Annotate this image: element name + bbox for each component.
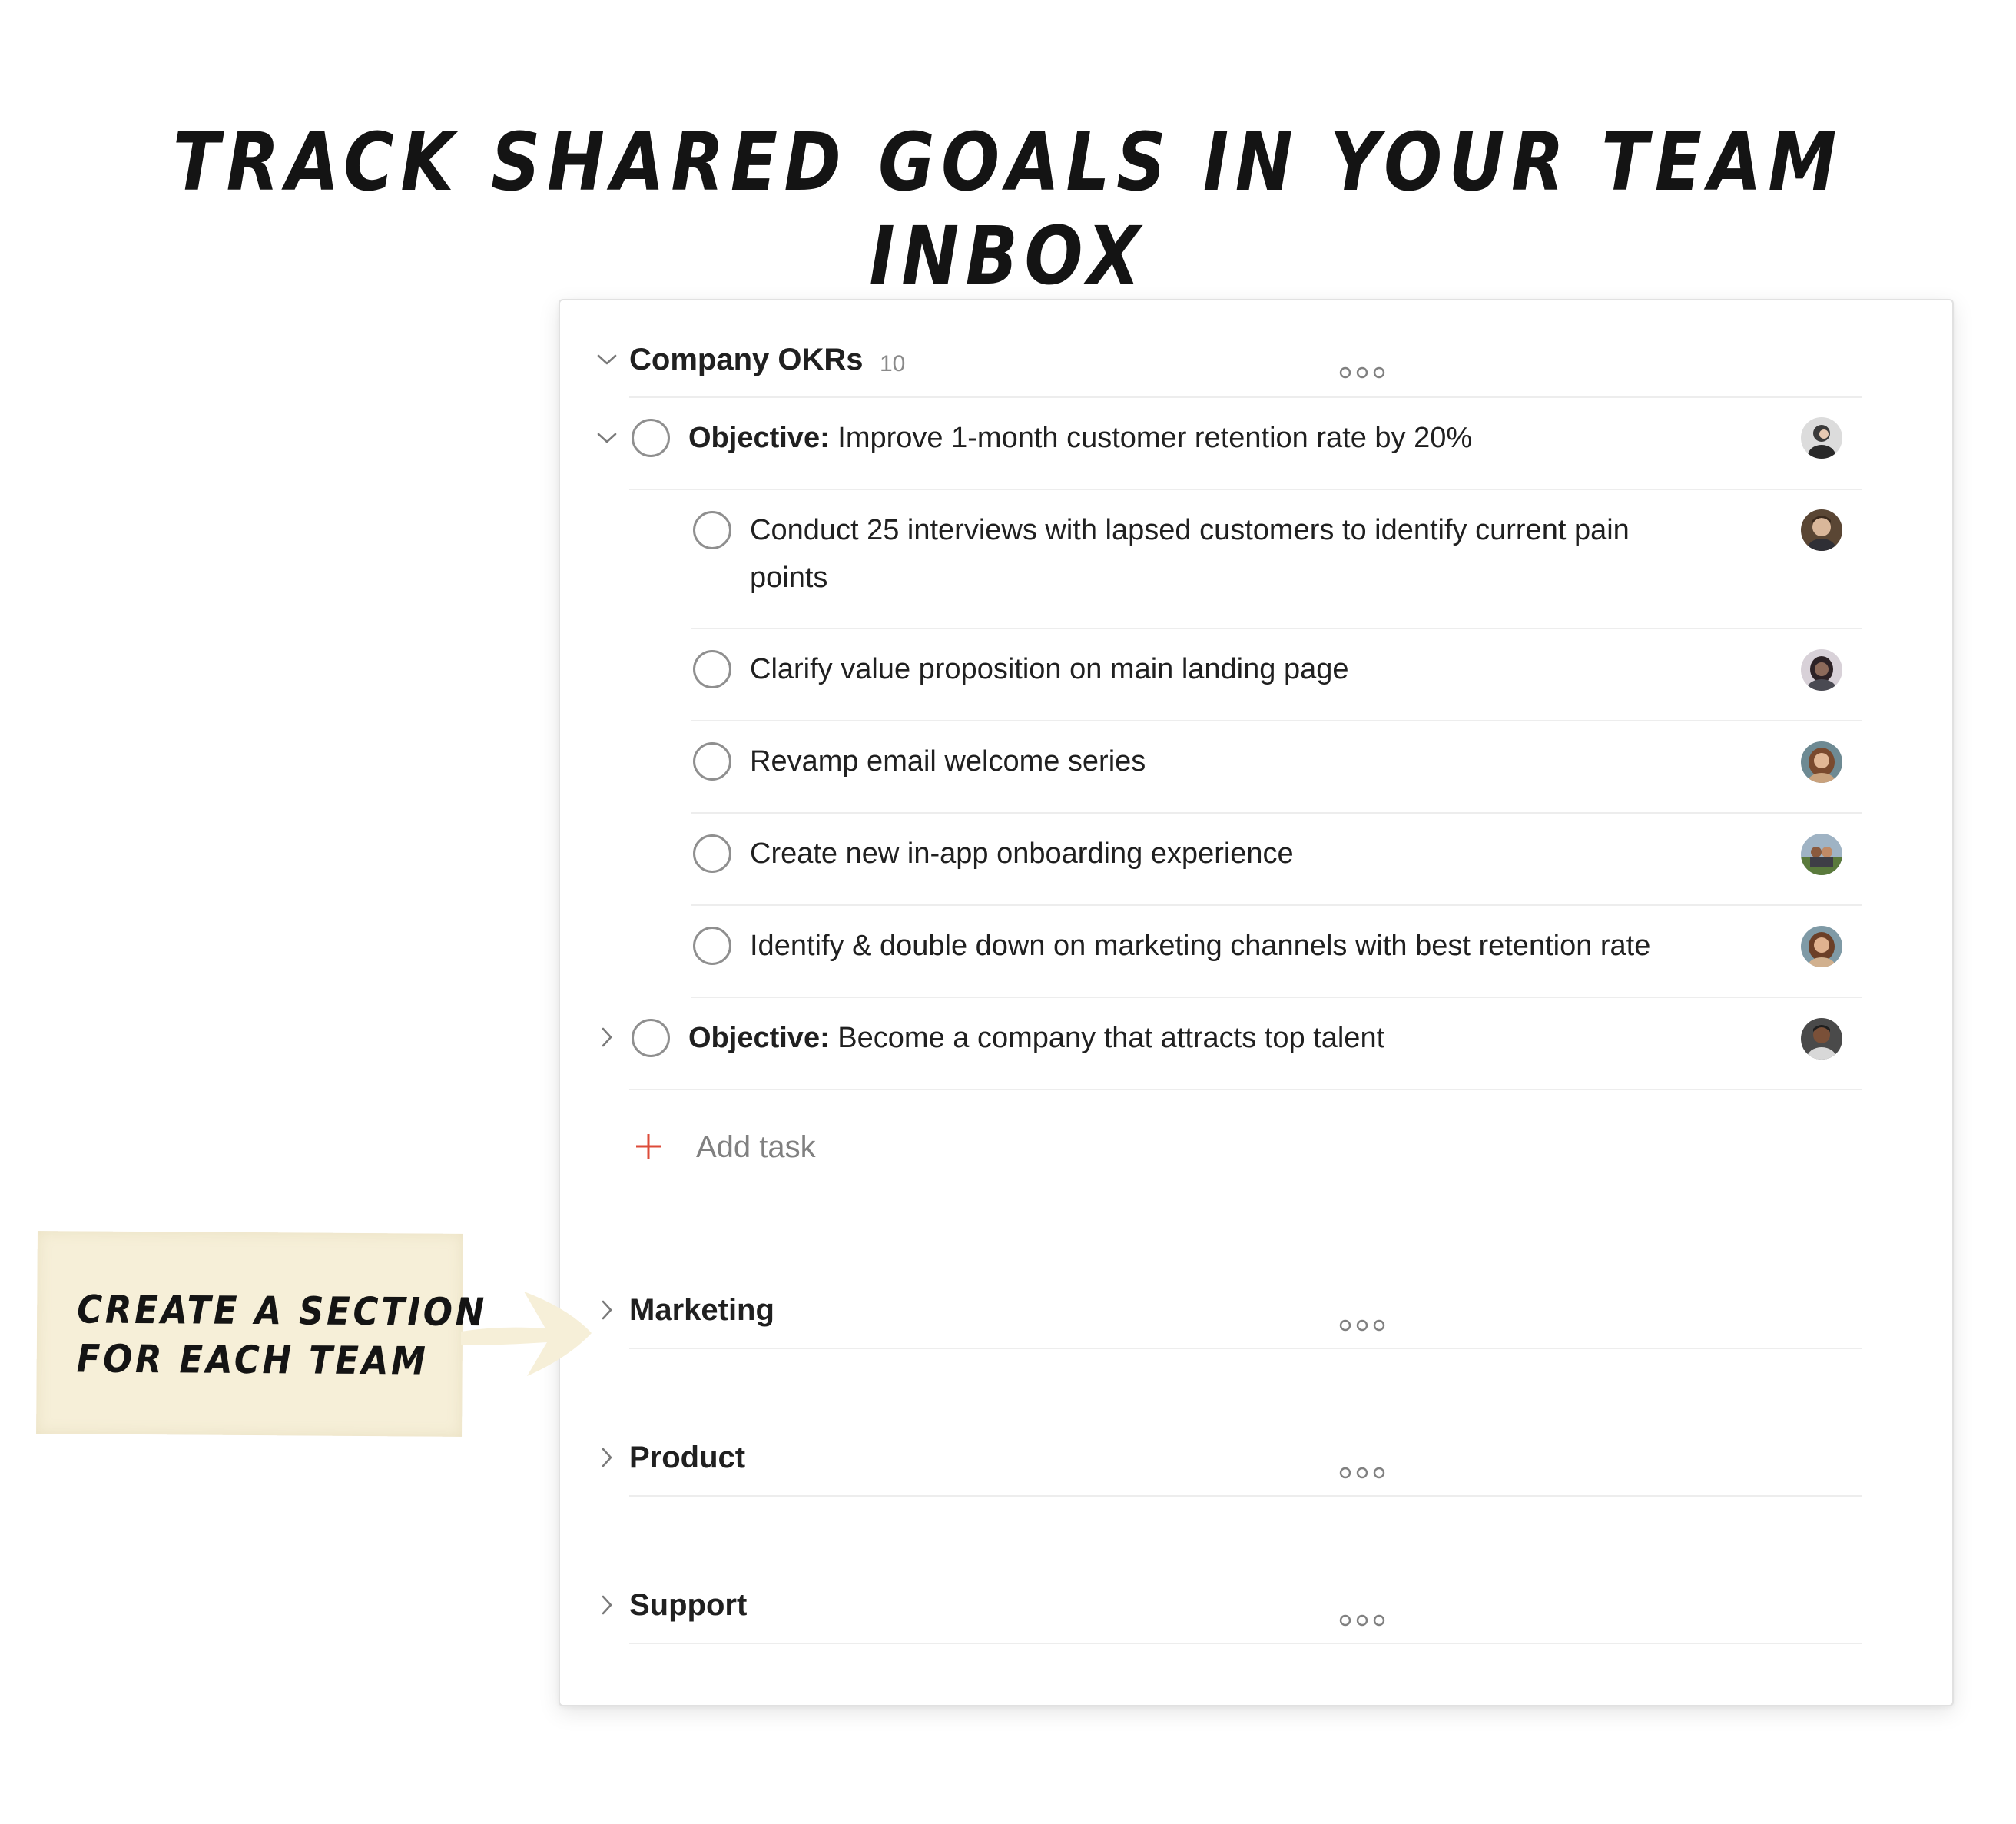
subtask-collapse-chevron-down-icon[interactable]	[592, 423, 622, 453]
section-divider	[629, 1643, 1862, 1644]
task-checkbox[interactable]	[693, 650, 731, 688]
task-checkbox[interactable]	[632, 419, 670, 457]
section-title-support[interactable]: Support	[629, 1588, 747, 1623]
objective-label: Objective:	[688, 1022, 830, 1054]
section-task-count: 10	[880, 351, 906, 376]
callout-line: FOR EACH TEAM	[76, 1336, 429, 1384]
section-divider	[629, 1495, 1862, 1497]
plus-icon[interactable]	[633, 1131, 664, 1162]
task-title[interactable]: Revamp email welcome series	[750, 738, 1146, 785]
task-checkbox[interactable]	[632, 1019, 670, 1057]
task-divider	[629, 1089, 1862, 1090]
task-divider	[691, 628, 1862, 629]
task-checkbox[interactable]	[693, 834, 731, 873]
task-content[interactable]: Objective: Become a company that attract…	[688, 1014, 1384, 1062]
expand-chevron-right-icon[interactable]	[592, 1590, 622, 1620]
expand-chevron-right-icon[interactable]	[592, 1022, 622, 1053]
task-divider	[691, 720, 1862, 721]
task-checkbox[interactable]	[693, 927, 731, 965]
page-headline: TRACK SHARED GOALS IN YOUR TEAM INBOX	[173, 115, 1843, 303]
assignee-avatar[interactable]	[1801, 926, 1842, 967]
task-divider	[691, 904, 1862, 906]
section-divider	[629, 1348, 1862, 1349]
assignee-avatar[interactable]	[1801, 834, 1842, 875]
assignee-avatar[interactable]	[1801, 649, 1842, 691]
callout-text: CREATE A SECTION FOR EACH TEAM	[77, 1285, 488, 1386]
task-checkbox[interactable]	[693, 742, 731, 781]
project-panel: Company OKRs 10 Objective: Improve 1-mon…	[559, 299, 1954, 1706]
task-divider	[691, 997, 1862, 998]
callout-note: CREATE A SECTION FOR EACH TEAM	[36, 1231, 487, 1437]
section-divider	[629, 396, 1862, 398]
task-title: Become a company that attracts top talen…	[837, 1022, 1385, 1054]
add-task-button[interactable]: Add task	[696, 1130, 816, 1165]
section-title-company-okrs[interactable]: Company OKRs	[629, 343, 864, 377]
task-title-line: Conduct 25 interviews with lapsed custom…	[750, 514, 1630, 546]
task-title[interactable]: Clarify value proposition on main landin…	[750, 645, 1348, 693]
more-horizontal-icon[interactable]	[1338, 363, 1387, 382]
objective-label: Objective:	[688, 422, 830, 454]
assignee-avatar[interactable]	[1801, 509, 1842, 551]
task-title-line: points	[750, 562, 828, 594]
task-title[interactable]: Create new in-app onboarding experience	[750, 830, 1294, 877]
callout-arrow-icon	[453, 1272, 607, 1395]
more-horizontal-icon[interactable]	[1338, 1464, 1387, 1482]
section-title-marketing[interactable]: Marketing	[629, 1293, 774, 1328]
callout-line: CREATE A SECTION	[77, 1287, 488, 1335]
task-divider	[629, 489, 1862, 490]
task-content[interactable]: Conduct 25 interviews with lapsed custom…	[750, 506, 1772, 602]
more-horizontal-icon[interactable]	[1338, 1316, 1387, 1335]
section-title-product[interactable]: Product	[629, 1441, 745, 1475]
task-title[interactable]: Identify & double down on marketing chan…	[750, 922, 1650, 970]
assignee-avatar[interactable]	[1801, 741, 1842, 783]
task-checkbox[interactable]	[693, 511, 731, 549]
more-horizontal-icon[interactable]	[1338, 1611, 1387, 1630]
assignee-avatar[interactable]	[1801, 417, 1842, 459]
task-content[interactable]: Objective: Improve 1-month customer rete…	[688, 414, 1472, 462]
assignee-avatar[interactable]	[1801, 1018, 1842, 1060]
task-divider	[691, 812, 1862, 814]
collapse-chevron-down-icon[interactable]	[592, 344, 622, 375]
task-title: Improve 1-month customer retention rate …	[837, 422, 1473, 454]
expand-chevron-right-icon[interactable]	[592, 1442, 622, 1473]
